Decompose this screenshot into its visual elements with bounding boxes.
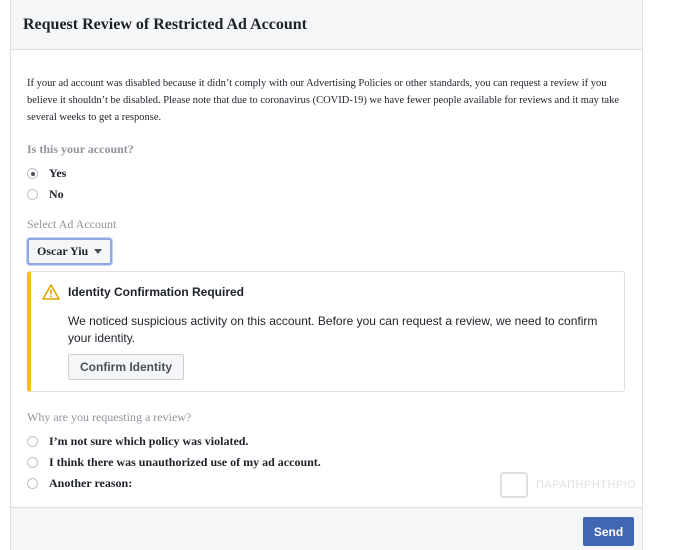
dialog-header: Request Review of Restricted Ad Account [11,0,642,50]
reason-option-label: Another reason: [49,476,133,490]
radio-no[interactable] [27,189,38,200]
ownership-option-label: Yes [49,166,67,180]
intro-text: If your ad account was disabled because … [27,78,619,123]
warning-triangle-icon [42,284,60,305]
confirm-identity-button[interactable]: Confirm Identity [68,354,184,380]
warning-title: Identity Confirmation Required [68,285,245,299]
radio-yes[interactable] [27,168,38,179]
radio-not-sure[interactable] [27,436,38,447]
radio-unauthorized[interactable] [27,457,38,468]
watermark-logo-icon [500,472,528,498]
reason-option-label: I’m not sure which policy was violated. [49,434,249,448]
ownership-option-no[interactable]: No [27,184,626,205]
identity-warning-box: Identity Confirmation Required We notice… [27,271,625,392]
radio-another[interactable] [27,478,38,489]
dialog-body: If your ad account was disabled because … [11,75,642,494]
reason-option-unauthorized[interactable]: I think there was unauthorized use of my… [27,452,626,473]
review-dialog: Request Review of Restricted Ad Account … [10,0,643,550]
ownership-radio-group: Yes No [27,163,626,205]
chevron-down-icon [94,249,103,254]
ad-account-select[interactable]: Oscar Yiu [27,238,113,265]
ownership-option-yes[interactable]: Yes [27,163,626,184]
ownership-option-label: No [49,187,64,201]
dialog-footer: Send [11,507,642,550]
ownership-question: Is this your account? [27,142,134,156]
reason-option-label: I think there was unauthorized use of my… [49,455,321,469]
reason-question: Why are you requesting a review? [27,410,192,424]
reason-option-not-sure[interactable]: I’m not sure which policy was violated. [27,431,626,452]
dialog-title: Request Review of Restricted Ad Account [23,15,307,33]
watermark-text: ΠΑΡΑΠΗΡΗΤΗΡΙΟ [536,479,637,491]
watermark: ΠΑΡΑΠΗΡΗΤΗΡΙΟ [500,472,636,498]
warning-text: We noticed suspicious activity on this a… [68,314,598,345]
send-button[interactable]: Send [583,517,634,546]
ad-account-label: Select Ad Account [27,217,117,231]
ad-account-selected-value: Oscar Yiu [37,244,89,258]
